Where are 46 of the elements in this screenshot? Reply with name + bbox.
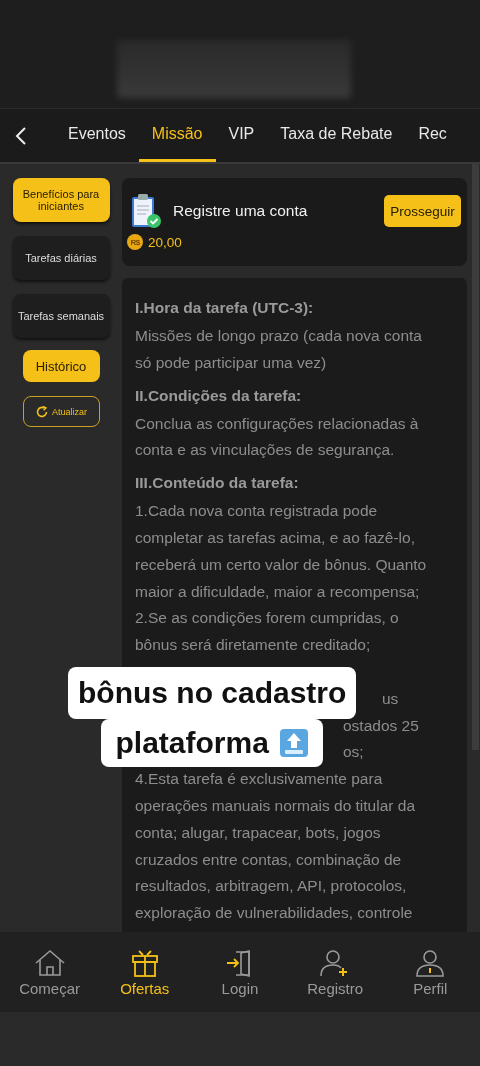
rules-text: conta e as vinculações de segurança. <box>135 440 396 461</box>
refresh-icon <box>35 404 49 419</box>
sidebar-item[interactable]: Benefícios para iniciantes <box>12 178 110 222</box>
refresh-button[interactable]: Atualizar <box>22 396 100 427</box>
task-title: Registre uma conta <box>173 202 309 220</box>
nav-item[interactable]: Perfil <box>385 946 476 998</box>
nav-item[interactable]: Login <box>194 946 285 998</box>
tab[interactable]: VIP <box>215 109 268 162</box>
rules-text: ostados 25 <box>343 716 419 734</box>
nav-item[interactable]: Ofertas <box>99 946 190 998</box>
rules-text: Missões de longo prazo (cada nova conta <box>135 326 423 346</box>
rules-text: bônus será diretamente creditado; <box>135 635 372 656</box>
tab[interactable]: Eventos <box>55 109 139 162</box>
rules-text: receberá um certo valor de bônus. Quanto <box>135 554 428 575</box>
rules-text: só pode participar uma vez) <box>135 352 328 373</box>
tab[interactable]: Rec <box>405 109 460 162</box>
caption-text: plataforma <box>115 725 269 761</box>
sidebar-item[interactable]: Tarefas diárias <box>12 236 110 280</box>
rules-heading: I.Hora da tarefa (UTC-3): <box>135 298 315 318</box>
rules-text: 2.Se as condições forem cumpridas, o <box>135 608 400 629</box>
rules-text: exploração de vulnerabilidades, controle <box>135 903 414 924</box>
rules-text: os; <box>343 743 364 761</box>
rules-heading: II.Condições da tarefa: <box>135 385 303 406</box>
currency-badge: R$ <box>127 234 143 250</box>
history-button[interactable]: Histórico <box>22 350 100 382</box>
rules-text: operações manuais normais do titular da <box>135 795 416 816</box>
proceed-button[interactable]: Prosseguir <box>384 195 461 227</box>
rules-heading: III.Conteúdo da tarefa: <box>135 473 300 494</box>
nav-item[interactable]: Começar <box>4 946 95 998</box>
rules-text: 1.Cada nova conta registrada pode <box>135 501 379 522</box>
back-icon[interactable] <box>15 125 27 146</box>
nav-item[interactable]: Registro <box>290 946 381 998</box>
sidebar-item[interactable]: Tarefas semanais <box>12 294 110 338</box>
rules-text: resultados, arbitragem, API, protocolos, <box>135 876 408 897</box>
caption-text: bônus no cadastro <box>68 667 357 719</box>
rules-text: us <box>382 689 399 707</box>
clipboard-icon <box>130 193 162 229</box>
rules-text: maior a dificuldade, maior a recompensa; <box>135 581 421 602</box>
rules-text: 4.Esta tarefa é exclusivamente para <box>135 769 384 790</box>
rules-text: conta; alugar, trapacear, bots, jogos <box>135 822 382 843</box>
reward-amount: 20,00 <box>148 234 182 250</box>
tab[interactable]: Taxa de Rebate <box>267 109 406 162</box>
rules-text: cruzados entre contas, combinação de <box>135 849 403 870</box>
rules-text: Conclua as configurações relacionadas à <box>135 413 420 434</box>
rules-text: completar as tarefas acima, e ao fazê-lo, <box>135 528 416 548</box>
tab[interactable]: Missão <box>138 109 216 162</box>
